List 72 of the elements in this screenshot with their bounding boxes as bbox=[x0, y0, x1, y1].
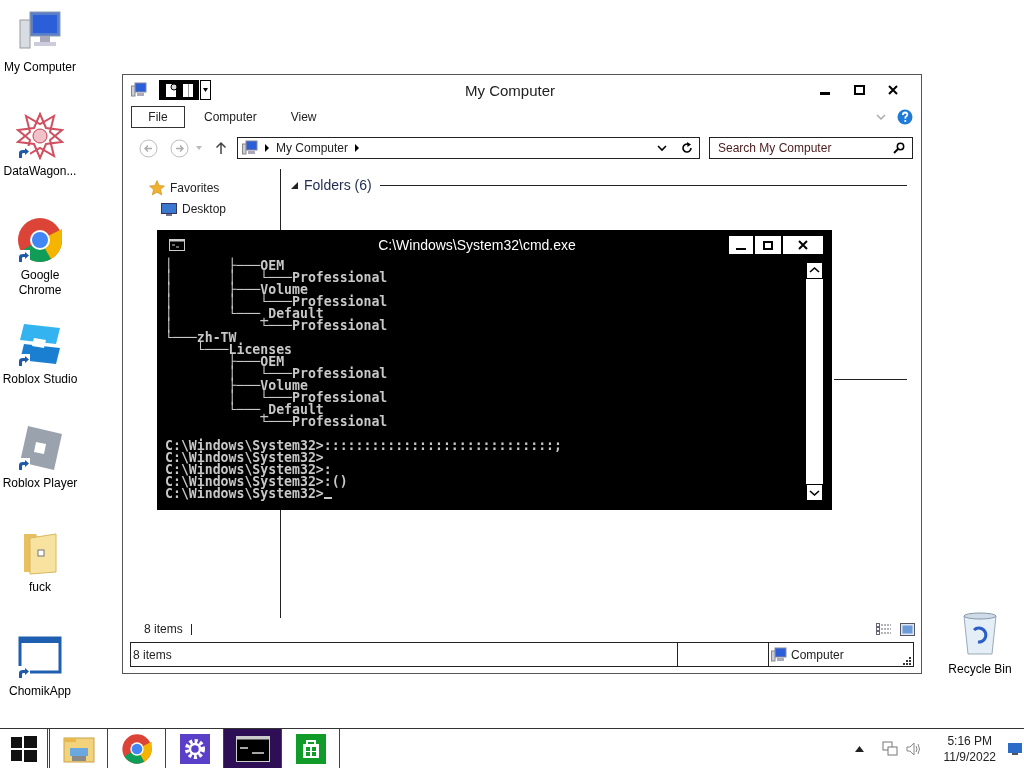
taskbar-button[interactable] bbox=[224, 729, 282, 768]
close-icon bbox=[888, 85, 898, 95]
item-count: 8 items bbox=[144, 622, 183, 636]
resize-grip-icon[interactable] bbox=[903, 657, 911, 665]
status-text: 8 items bbox=[133, 647, 172, 662]
console-line: C:\Windows\System32> bbox=[165, 488, 324, 500]
up-button[interactable] bbox=[215, 141, 227, 155]
console-line: C:\Windows\System32> bbox=[165, 452, 324, 464]
maximize-icon bbox=[763, 240, 773, 250]
nav-item[interactable]: Desktop bbox=[182, 201, 227, 216]
breadcrumb-arrow-icon bbox=[264, 144, 270, 152]
breadcrumb-item[interactable]: My Computer bbox=[276, 141, 349, 155]
desktop-icon-label[interactable]: DataWagon... bbox=[3, 164, 77, 179]
desktop-icon-label[interactable]: Roblox Studio bbox=[2, 372, 78, 387]
star-icon bbox=[149, 179, 165, 196]
console-icon bbox=[169, 239, 185, 251]
mandala-icon bbox=[16, 112, 64, 160]
console-line: C:\Windows\System32>:() bbox=[165, 476, 349, 488]
scroll-down-icon[interactable] bbox=[806, 484, 823, 501]
desktop-icon-label[interactable]: fuck bbox=[29, 580, 51, 595]
computer-icon bbox=[242, 140, 258, 156]
console-icon bbox=[235, 735, 270, 762]
windows-logo-icon bbox=[10, 735, 37, 762]
maximize-button[interactable] bbox=[755, 236, 781, 254]
desktop-icon-label[interactable]: Google Chrome bbox=[1, 268, 79, 298]
desktop-icon bbox=[161, 201, 177, 216]
group-header[interactable]: Folders (6) bbox=[304, 177, 372, 193]
minimize-icon bbox=[736, 247, 746, 250]
large-icons-view-icon[interactable] bbox=[900, 622, 915, 636]
desktop-icon-label[interactable]: ChomikApp bbox=[9, 684, 71, 699]
chrome-icon bbox=[120, 732, 153, 765]
close-button[interactable] bbox=[783, 236, 823, 254]
minimize-button[interactable] bbox=[729, 236, 753, 254]
ribbon-tab[interactable]: File bbox=[131, 106, 185, 128]
minimize-icon bbox=[820, 92, 830, 95]
search-icon bbox=[893, 142, 905, 154]
clock-date: 11/9/2022 bbox=[943, 748, 996, 765]
show-desktop-icon[interactable] bbox=[1008, 742, 1022, 755]
shopping-bag-icon bbox=[295, 733, 326, 764]
computer-icon bbox=[131, 82, 147, 98]
desktop-icon-label[interactable]: Roblox Player bbox=[2, 476, 78, 491]
maximize-icon bbox=[853, 85, 865, 95]
chevron-down-icon[interactable] bbox=[657, 144, 667, 152]
console-line: C:\Windows\System32>:::::::::::::::::::::::::::::; bbox=[165, 440, 563, 452]
status-text: Computer bbox=[791, 647, 844, 662]
clock[interactable]: 5:16 PM 11/9/2022 bbox=[943, 732, 996, 765]
desktop-icon-label[interactable]: Recycle Bin bbox=[948, 662, 1012, 677]
console-line: C:\Windows\System32>: bbox=[165, 464, 332, 476]
clock-time: 5:16 PM bbox=[947, 732, 993, 749]
close-icon bbox=[798, 240, 808, 250]
breadcrumb-arrow-icon bbox=[354, 144, 361, 152]
chrome-icon bbox=[16, 216, 64, 264]
desktop-icon-label[interactable]: My Computer bbox=[4, 60, 76, 75]
text-cursor-icon bbox=[323, 497, 332, 499]
search-field[interactable]: Search My Computer bbox=[709, 137, 913, 159]
speaker-icon[interactable] bbox=[905, 740, 922, 757]
computer-icon bbox=[771, 646, 787, 663]
console-line: ├───OEM bbox=[227, 356, 285, 368]
window-title: My Computer bbox=[464, 81, 556, 99]
collapse-triangle-icon[interactable] bbox=[291, 181, 298, 189]
help-icon[interactable] bbox=[897, 109, 913, 125]
dropdown-caret-icon[interactable] bbox=[200, 80, 211, 100]
refresh-icon[interactable] bbox=[681, 142, 693, 154]
window-title: C:\Windows\System32\cmd.exe bbox=[377, 237, 577, 253]
address-bar[interactable]: My Computer bbox=[237, 137, 700, 159]
scrollbar[interactable] bbox=[806, 262, 823, 501]
nav-item[interactable]: Favorites bbox=[170, 180, 220, 195]
details-view-icon[interactable] bbox=[876, 623, 892, 635]
network-icon[interactable] bbox=[881, 740, 898, 757]
gear-icon bbox=[179, 733, 210, 764]
show-hidden-icons-icon[interactable] bbox=[854, 745, 864, 752]
scroll-up-icon[interactable] bbox=[806, 262, 823, 279]
